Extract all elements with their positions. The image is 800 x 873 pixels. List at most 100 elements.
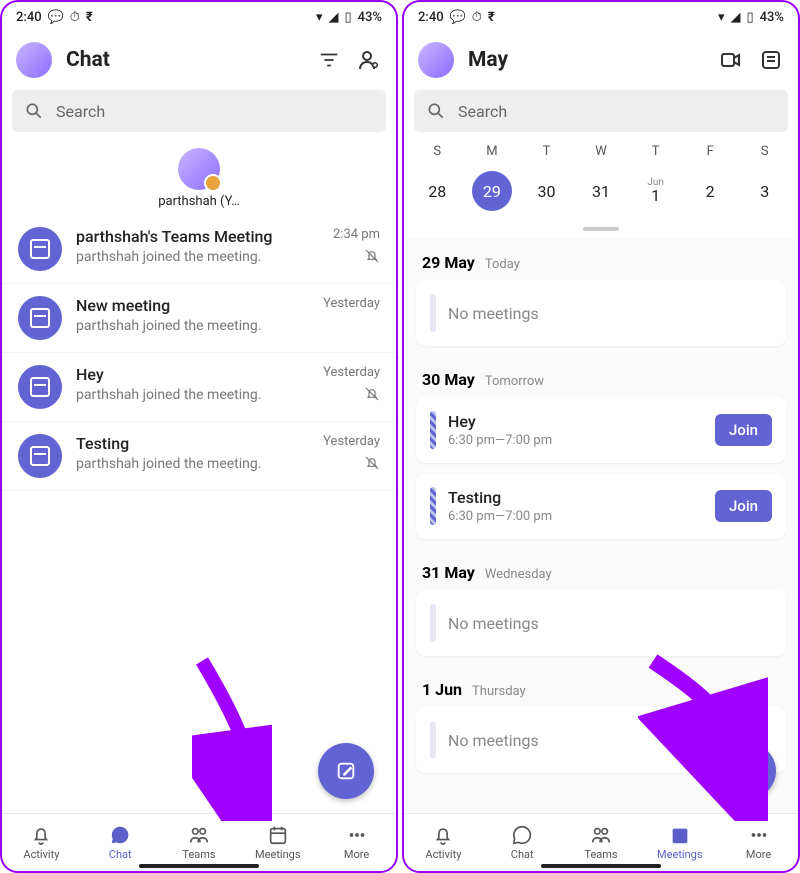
- drag-handle[interactable]: [583, 227, 619, 231]
- chat-title: parthshah's Teams Meeting: [76, 227, 319, 246]
- more-icon: [748, 824, 770, 846]
- chat-subtitle: parthshah joined the meeting.: [76, 387, 309, 403]
- status-time: 2:40: [418, 10, 444, 25]
- chat-icon: [511, 824, 533, 846]
- nav-chat[interactable]: Chat: [81, 824, 160, 861]
- date-cell[interactable]: 2: [683, 176, 738, 207]
- nav-activity[interactable]: Activity: [2, 824, 81, 861]
- home-indicator: [541, 864, 661, 868]
- filter-icon[interactable]: [316, 47, 342, 73]
- chat-timestamp: Yesterday: [323, 434, 380, 449]
- chat-item[interactable]: Testing parthshah joined the meeting. Ye…: [2, 422, 396, 491]
- weekday-label: S: [410, 144, 465, 159]
- signal-icon: ◢: [730, 10, 740, 25]
- nav-meetings[interactable]: Meetings: [640, 824, 719, 861]
- muted-icon: [364, 386, 380, 402]
- add-meeting-fab[interactable]: [720, 743, 776, 799]
- phone-meetings: 2:40 💬 ⏱ ₹ ▾ ◢ ▯ 43% May Search SMTWTFS …: [402, 0, 800, 873]
- header: Chat: [2, 32, 396, 90]
- avatar[interactable]: [418, 42, 454, 78]
- phonepe-icon: ₹: [86, 10, 93, 25]
- chat-icon: [109, 824, 131, 846]
- date-cell[interactable]: 31: [574, 176, 629, 207]
- meeting-card[interactable]: Hey 6:30 pm—7:00 pm Join: [416, 397, 786, 463]
- chat-subtitle: parthshah joined the meeting.: [76, 249, 319, 265]
- wifi-icon: ▾: [316, 10, 323, 25]
- chat-item[interactable]: Hey parthshah joined the meeting. Yester…: [2, 353, 396, 422]
- search-input[interactable]: Search: [12, 90, 386, 132]
- home-indicator: [139, 864, 259, 868]
- nav-more[interactable]: More: [317, 824, 396, 861]
- event-stripe: [430, 604, 436, 642]
- pinned-profile[interactable]: parthshah (Y…: [2, 140, 396, 215]
- agenda-icon[interactable]: [758, 47, 784, 73]
- chat-item[interactable]: parthshah's Teams Meeting parthshah join…: [2, 215, 396, 284]
- day-header: 30 MayTomorrow: [416, 356, 786, 397]
- meeting-card[interactable]: Testing 6:30 pm—7:00 pm Join: [416, 473, 786, 539]
- chat-title: New meeting: [76, 296, 309, 315]
- event-time: 6:30 pm—7:00 pm: [448, 509, 703, 524]
- chat-item[interactable]: New meeting parthshah joined the meeting…: [2, 284, 396, 353]
- nav-more[interactable]: More: [719, 824, 798, 861]
- avatar[interactable]: [16, 42, 52, 78]
- event-title: No meetings: [448, 731, 772, 750]
- date-cell[interactable]: 3: [737, 176, 792, 207]
- join-button[interactable]: Join: [715, 414, 772, 446]
- nav-meetings[interactable]: Meetings: [238, 824, 317, 861]
- meeting-icon: [18, 296, 62, 340]
- compose-fab[interactable]: [318, 743, 374, 799]
- search-input[interactable]: Search: [414, 90, 788, 132]
- search-placeholder: Search: [458, 102, 507, 121]
- bell-icon: [432, 824, 454, 846]
- calendar-icon: [669, 824, 691, 846]
- date-cell[interactable]: 29: [465, 165, 520, 217]
- date-cell[interactable]: Jun1: [628, 171, 683, 211]
- battery-icon: ▯: [746, 10, 753, 25]
- weekday-label: S: [737, 144, 792, 159]
- no-meetings-card: No meetings: [416, 280, 786, 346]
- agenda-scroll[interactable]: 29 MayToday No meetings 30 MayTomorrow H…: [404, 239, 798, 813]
- phone-chat: 2:40 💬 ⏱ ₹ ▾ ◢ ▯ 43% Chat Search parthsh…: [0, 0, 398, 873]
- teams-icon: [590, 824, 612, 846]
- muted-icon: [364, 248, 380, 264]
- nav-teams[interactable]: Teams: [562, 824, 641, 861]
- more-icon: [346, 824, 368, 846]
- phonepe-icon: ₹: [488, 10, 495, 25]
- search-icon: [426, 101, 446, 121]
- page-title: May: [468, 48, 704, 72]
- clock-icon: ⏱: [70, 10, 80, 25]
- event-time: 6:30 pm—7:00 pm: [448, 433, 703, 448]
- chat-subtitle: parthshah joined the meeting.: [76, 456, 309, 472]
- header: May: [404, 32, 798, 90]
- profile-name: parthshah (Y…: [2, 194, 396, 209]
- date-cell[interactable]: 28: [410, 176, 465, 207]
- chat-title: Hey: [76, 365, 309, 384]
- chat-bubble-icon: 💬: [450, 10, 466, 25]
- add-person-icon[interactable]: [356, 47, 382, 73]
- event-stripe: [430, 487, 436, 525]
- nav-teams[interactable]: Teams: [160, 824, 239, 861]
- event-title: No meetings: [448, 614, 772, 633]
- nav-activity[interactable]: Activity: [404, 824, 483, 861]
- meeting-icon: [18, 227, 62, 271]
- weekday-label: T: [628, 144, 683, 159]
- signal-icon: ◢: [328, 10, 338, 25]
- event-stripe: [430, 411, 436, 449]
- chat-bubble-icon: 💬: [48, 10, 64, 25]
- event-stripe: [430, 721, 436, 759]
- weekday-label: F: [683, 144, 738, 159]
- date-cell[interactable]: 30: [519, 176, 574, 207]
- bottom-nav: Activity Chat Teams Meetings More: [2, 813, 396, 871]
- join-button[interactable]: Join: [715, 490, 772, 522]
- meet-now-icon[interactable]: [718, 47, 744, 73]
- status-bar: 2:40 💬 ⏱ ₹ ▾ ◢ ▯ 43%: [404, 2, 798, 32]
- nav-chat[interactable]: Chat: [483, 824, 562, 861]
- day-header: 1 JunThursday: [416, 666, 786, 707]
- weekday-row: SMTWTFS: [404, 140, 798, 165]
- bottom-nav: Activity Chat Teams Meetings More: [404, 813, 798, 871]
- event-title: No meetings: [448, 304, 772, 323]
- weekday-label: W: [574, 144, 629, 159]
- day-header: 31 MayWednesday: [416, 549, 786, 590]
- status-time: 2:40: [16, 10, 42, 25]
- event-title: Hey: [448, 412, 703, 431]
